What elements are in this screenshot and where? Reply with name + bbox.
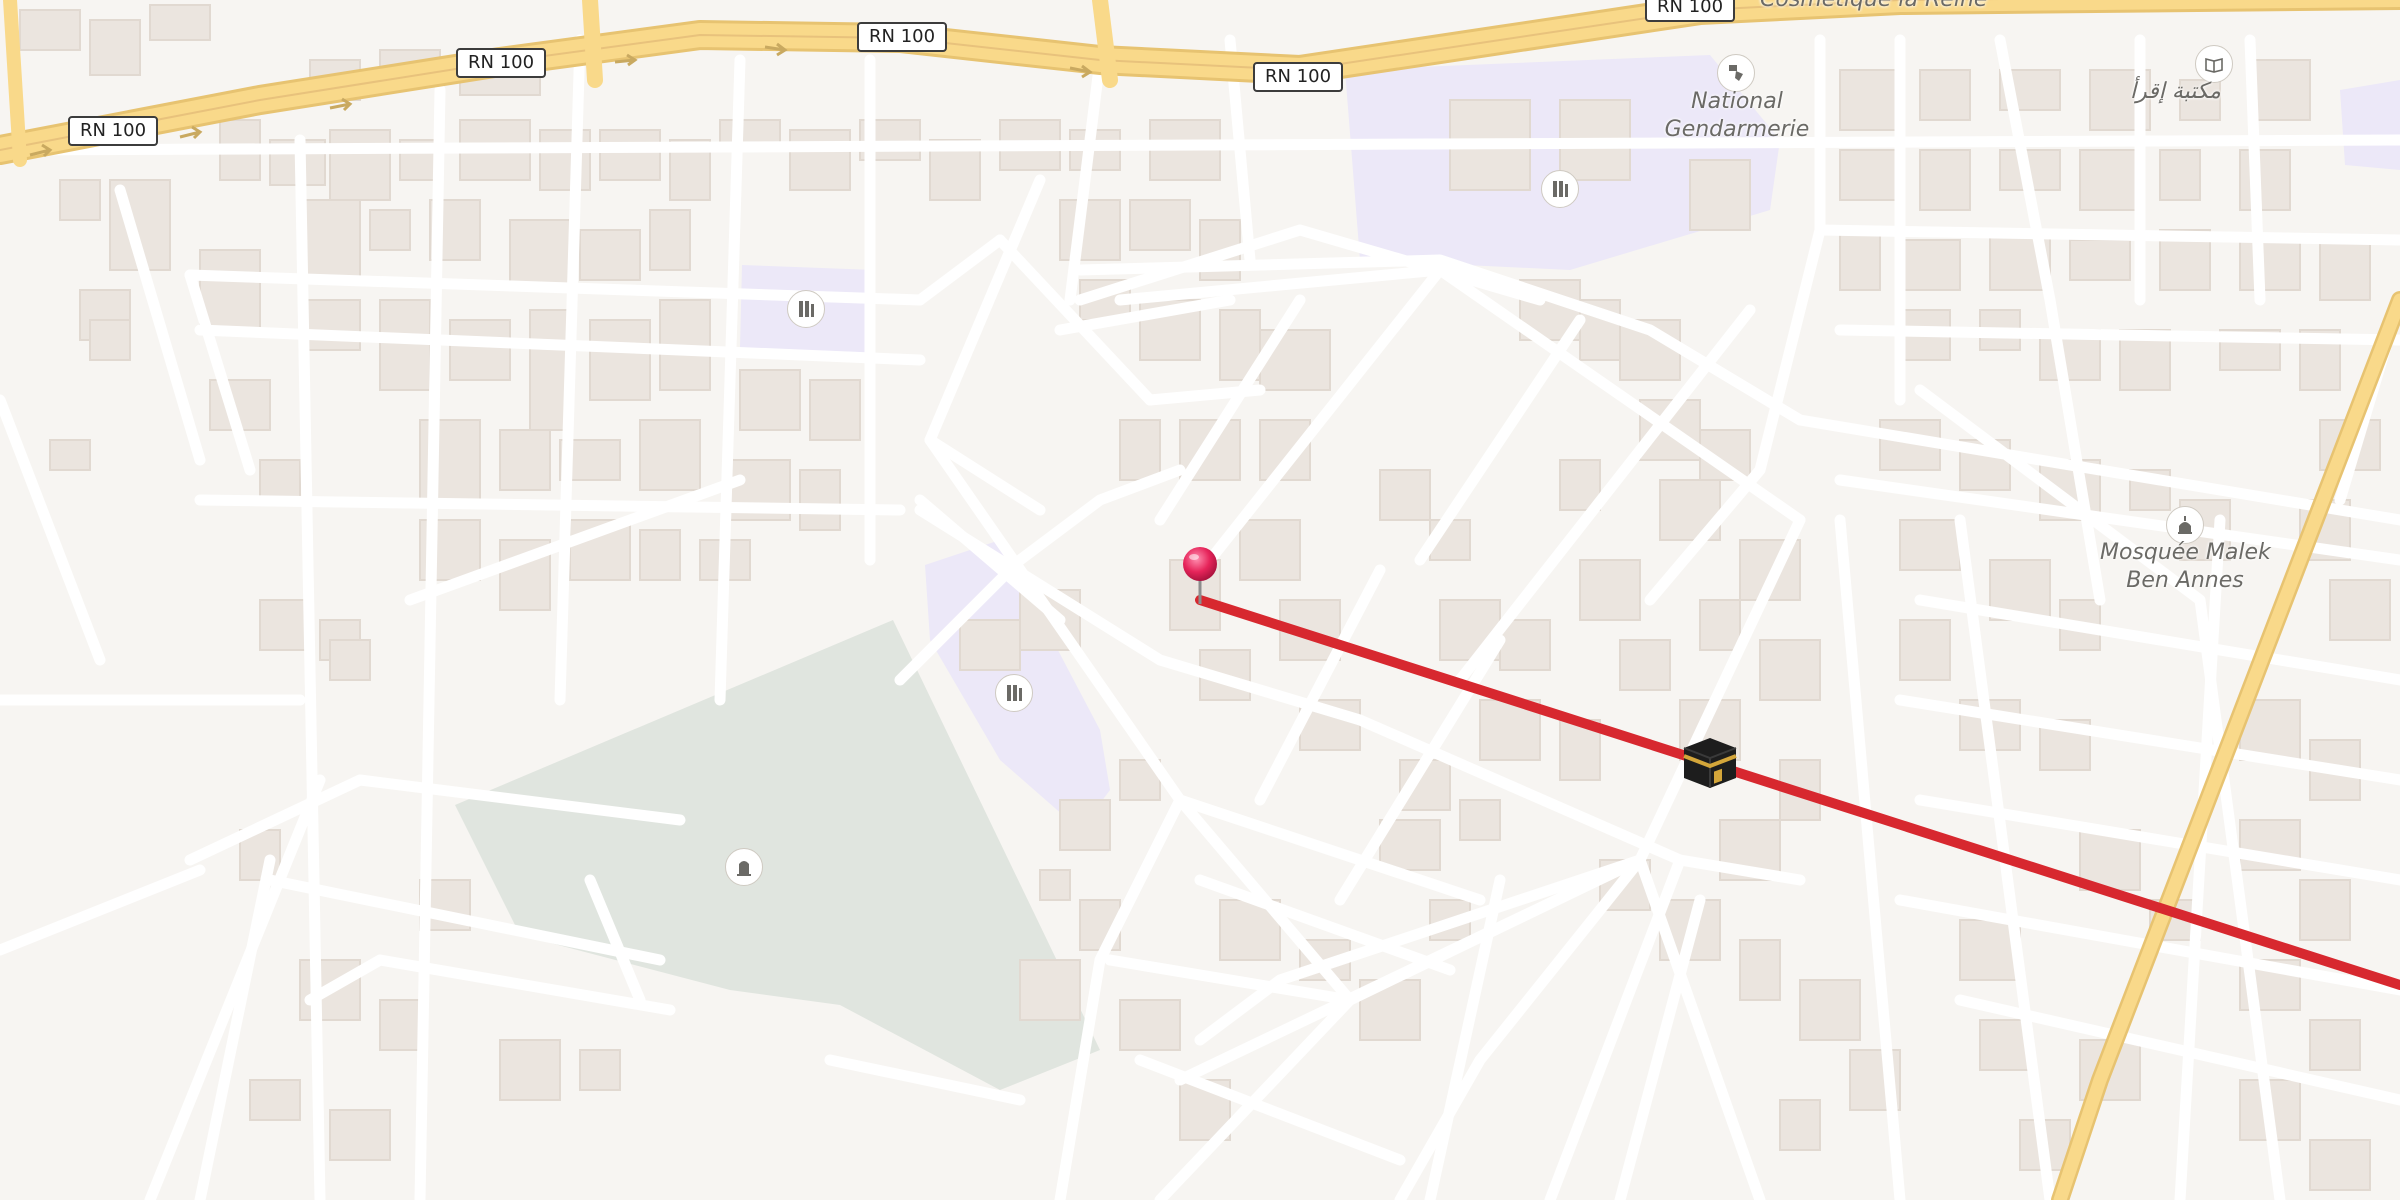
road-shield-rn100: RN 100	[456, 48, 547, 78]
label-line: Mosquée Malek	[2100, 540, 2271, 565]
school-area-3	[2340, 80, 2400, 170]
map-canvas[interactable]: RN 100 RN 100 RN 100 RN 100 RN 100 Cosme…	[0, 0, 2400, 1200]
library-label: مكتبة إقرأ	[2130, 79, 2221, 104]
national-gendarmerie-label: National Gendarmerie	[1642, 88, 1832, 144]
road-shield-rn100: RN 100	[1645, 0, 1736, 22]
kaaba-icon[interactable]	[1680, 734, 1740, 792]
cemetery-icon[interactable]	[725, 848, 763, 886]
label-line: Ben Annes	[2126, 568, 2244, 593]
label-line: Gendarmerie	[1664, 117, 1810, 142]
poi-label-top-partial: Cosmetique la Reine	[1760, 0, 1987, 14]
school-icon[interactable]	[787, 290, 825, 328]
label-line: National	[1691, 89, 1783, 114]
road-shield-rn100: RN 100	[68, 116, 159, 146]
mosque-label: Mosquée Malek Ben Annes	[2100, 539, 2271, 595]
police-icon[interactable]	[1717, 54, 1755, 92]
location-pin-icon[interactable]	[1176, 544, 1224, 610]
school-icon[interactable]	[995, 674, 1033, 712]
school-icon[interactable]	[1541, 170, 1579, 208]
road-shield-rn100: RN 100	[1253, 62, 1344, 92]
road-shield-rn100: RN 100	[857, 22, 948, 52]
